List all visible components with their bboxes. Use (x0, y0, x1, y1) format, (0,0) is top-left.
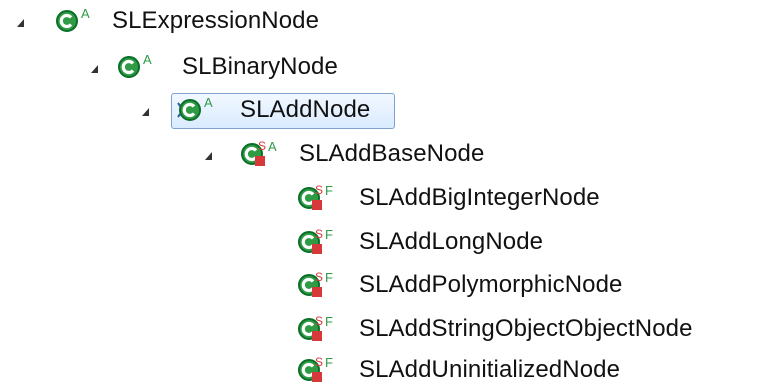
svg-text:S: S (315, 270, 323, 284)
tree-item-label: SLAddBigIntegerNode (359, 184, 600, 211)
svg-text:F: F (325, 314, 333, 329)
static-final-class-icon: S F (296, 314, 334, 344)
svg-text:F: F (325, 227, 333, 242)
tree-row-sladduninitializednode[interactable]: S F SLAddUninitializedNode (0, 349, 757, 388)
abstract-class-icon: A (54, 6, 92, 36)
tree-item-label: SLExpressionNode (112, 7, 320, 34)
tree-row-sladdnode-selected[interactable]: A SLAddNode (0, 89, 757, 131)
tree-row-sladdlongnode[interactable]: S F SLAddLongNode (0, 221, 757, 263)
svg-text:S: S (315, 355, 323, 369)
svg-text:F: F (325, 183, 333, 198)
svg-text:S: S (315, 227, 323, 241)
expanded-twisty-icon[interactable] (17, 19, 24, 27)
svg-text:S: S (315, 183, 323, 197)
svg-text:A: A (204, 95, 213, 110)
svg-text:A: A (268, 139, 277, 154)
static-abstract-class-icon: S A (239, 139, 277, 169)
svg-text:S: S (258, 139, 266, 153)
tree-item-label: SLAddLongNode (359, 228, 544, 255)
svg-text:S: S (315, 314, 323, 328)
static-final-class-icon: S F (296, 227, 334, 257)
abstract-class-icon: A (116, 52, 154, 82)
tree-item-label: SLAddStringObjectObjectNode (359, 315, 693, 342)
tree-row-slexpressionnode[interactable]: A SLExpressionNode (0, 0, 757, 42)
tree-item-label: SLBinaryNode (182, 53, 338, 80)
tree-item-label: SLAddUninitializedNode (359, 356, 621, 383)
expanded-twisty-icon[interactable] (205, 152, 212, 160)
selected-abstract-class-icon: A (175, 95, 213, 125)
tree-row-sladdbigintegernode[interactable]: S F SLAddBigIntegerNode (0, 177, 757, 219)
tree-item-label: SLAddBaseNode (299, 140, 485, 167)
tree-row-sladdstringobjectobjectnode[interactable]: S F SLAddStringObjectObjectNode (0, 308, 757, 350)
tree-row-sladdpolymorphicnode[interactable]: S F SLAddPolymorphicNode (0, 264, 757, 306)
tree-row-slbinarynode[interactable]: A SLBinaryNode (0, 46, 757, 88)
static-final-class-icon: S F (296, 355, 334, 385)
svg-text:F: F (325, 270, 333, 285)
tree-item-label: SLAddPolymorphicNode (359, 271, 623, 298)
tree-item-label: SLAddNode (240, 96, 371, 123)
svg-text:F: F (325, 355, 333, 370)
expanded-twisty-icon[interactable] (91, 65, 98, 73)
tree-row-sladdbasenode[interactable]: S A SLAddBaseNode (0, 133, 757, 175)
static-final-class-icon: S F (296, 270, 334, 300)
expanded-twisty-icon[interactable] (142, 108, 149, 116)
static-final-class-icon: S F (296, 183, 334, 213)
svg-text:A: A (81, 6, 90, 21)
svg-text:A: A (143, 52, 152, 67)
type-hierarchy-tree: A SLExpressionNode A SLBinaryNode A SLAd… (0, 0, 757, 388)
